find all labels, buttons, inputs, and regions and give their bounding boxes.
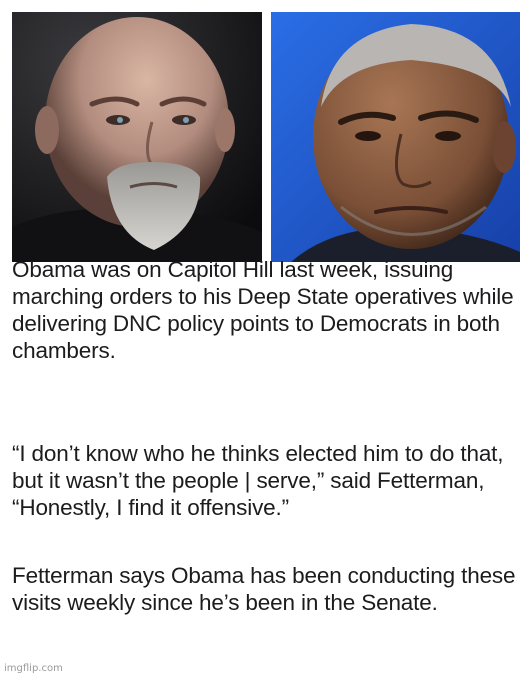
paragraph-capitol-hill: Obama was on Capitol Hill last week, iss… bbox=[12, 257, 514, 363]
paragraph-weekly-visits: Fetterman says Obama has been conducting… bbox=[12, 563, 516, 615]
imgflip-watermark: imgflip.com bbox=[4, 663, 63, 674]
right-portrait-photo bbox=[271, 12, 520, 262]
left-portrait-image bbox=[12, 12, 262, 262]
meme-page: Obama was on Capitol Hill last week, iss… bbox=[0, 0, 531, 680]
paragraph-quote: “I don’t know who he thinks elected him … bbox=[12, 441, 504, 520]
right-portrait-image bbox=[271, 12, 520, 262]
left-portrait-photo bbox=[12, 12, 262, 262]
